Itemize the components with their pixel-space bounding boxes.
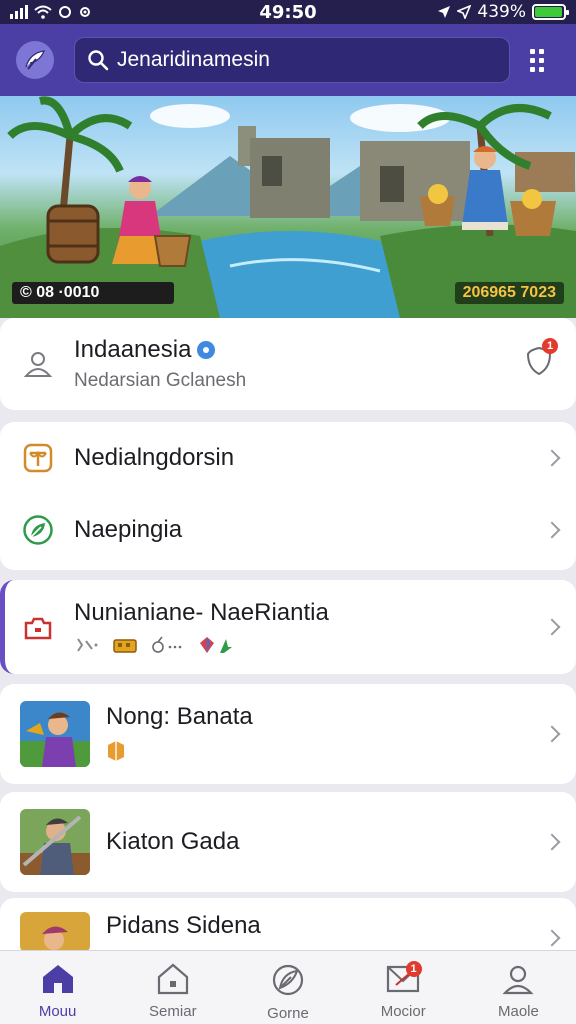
settings-status-icon (80, 7, 90, 17)
shop-icon (23, 443, 53, 473)
tab-game[interactable]: Gorne (230, 951, 345, 1024)
tab-label: Mocior (380, 1003, 426, 1020)
menu-item-label: Nedialngdorsin (74, 444, 235, 471)
menu-item-label: Naepingia (74, 516, 183, 543)
chevron-right-icon (543, 725, 561, 743)
chevron-right-icon (543, 833, 561, 851)
gem-icon (200, 637, 232, 653)
game-thumbnail (20, 912, 90, 952)
chevron-right-icon (543, 449, 561, 467)
status-right-icons: 439% (437, 2, 569, 22)
bottom-tab-bar: Mouu Semiar Gorne 1 Mocior Maole (0, 950, 576, 1024)
search-icon (88, 50, 109, 71)
briefcase-icon (24, 617, 52, 640)
game-title: Pidans Sidena (106, 912, 261, 939)
app-header (0, 24, 576, 96)
tab-label: Gorne (267, 1005, 309, 1022)
game-thumbnail (20, 809, 90, 875)
notification-bell[interactable]: 1 (524, 338, 558, 381)
chevron-right-icon (543, 618, 561, 636)
chevron-right-icon (543, 521, 561, 539)
battery-percent: 439% (477, 2, 526, 22)
status-left-icons (10, 5, 92, 19)
hero-banner[interactable]: © 08 ·0010 206965 7023 (0, 96, 576, 318)
status-bar: 49:50 439% (0, 0, 576, 24)
user-icon (23, 352, 53, 377)
menu-card: Nedialngdorsin Naepingia (0, 422, 576, 570)
menu-item[interactable]: Nedialngdorsin (0, 422, 576, 494)
chevron-right-icon (543, 929, 561, 947)
tab-label: Mouu (38, 1003, 77, 1020)
signal-icon (10, 5, 28, 19)
house-outline-icon (157, 963, 188, 995)
home-icon (42, 965, 73, 993)
profile-subtitle: Nedarsian Gclanesh (74, 370, 247, 391)
banner-counter-right: 206965 7023 (454, 282, 564, 304)
app-logo-icon[interactable] (16, 41, 54, 79)
featured-card[interactable]: Nunianiane- NaeRiantia (0, 580, 576, 674)
sync-icon (59, 6, 71, 18)
more-menu-icon[interactable] (530, 48, 544, 72)
tab-badge: 1 (405, 961, 422, 977)
status-time: 49:50 (259, 1, 317, 23)
tab-home[interactable]: Mouu (0, 951, 115, 1024)
profile-name: Indaanesia (74, 336, 192, 363)
verified-badge-icon (197, 341, 216, 359)
navigation-icon (457, 5, 472, 19)
tab-label: Semiar (149, 1003, 197, 1020)
game-tag-icon (108, 740, 124, 761)
person-icon (502, 965, 534, 995)
profile-card[interactable]: Indaanesia Nedarsian Gclanesh 1 (0, 318, 576, 410)
leaf-icon (23, 515, 53, 545)
wifi-icon (34, 5, 52, 19)
search-bar[interactable] (74, 37, 510, 83)
featured-title: Nunianiane- NaeRiantia (74, 599, 329, 626)
tab-profile[interactable]: Maole (461, 951, 576, 1024)
compass-icon (272, 964, 304, 996)
menu-item[interactable]: Naepingia (0, 494, 576, 566)
location-icon (438, 6, 451, 18)
sparkle-icon (77, 638, 98, 652)
tab-search[interactable]: Semiar (115, 951, 230, 1024)
banner-counter-left: © 08 ·0010 (12, 282, 174, 304)
game-title: Nong: Banata (106, 702, 253, 730)
game-card[interactable]: Kiaton Gada (0, 792, 576, 892)
game-title: Kiaton Gada (106, 828, 240, 855)
key-icon (152, 636, 182, 653)
battery-icon (532, 4, 569, 20)
tab-label: Maole (497, 1003, 539, 1020)
treasure-icon (113, 639, 137, 653)
tab-monitor[interactable]: 1 Mocior (346, 951, 461, 1024)
game-thumbnail (20, 701, 90, 767)
game-card[interactable]: Nong: Banata (0, 684, 576, 784)
notification-badge: 1 (542, 338, 558, 354)
featured-tags (74, 635, 329, 655)
search-input[interactable] (117, 48, 477, 72)
